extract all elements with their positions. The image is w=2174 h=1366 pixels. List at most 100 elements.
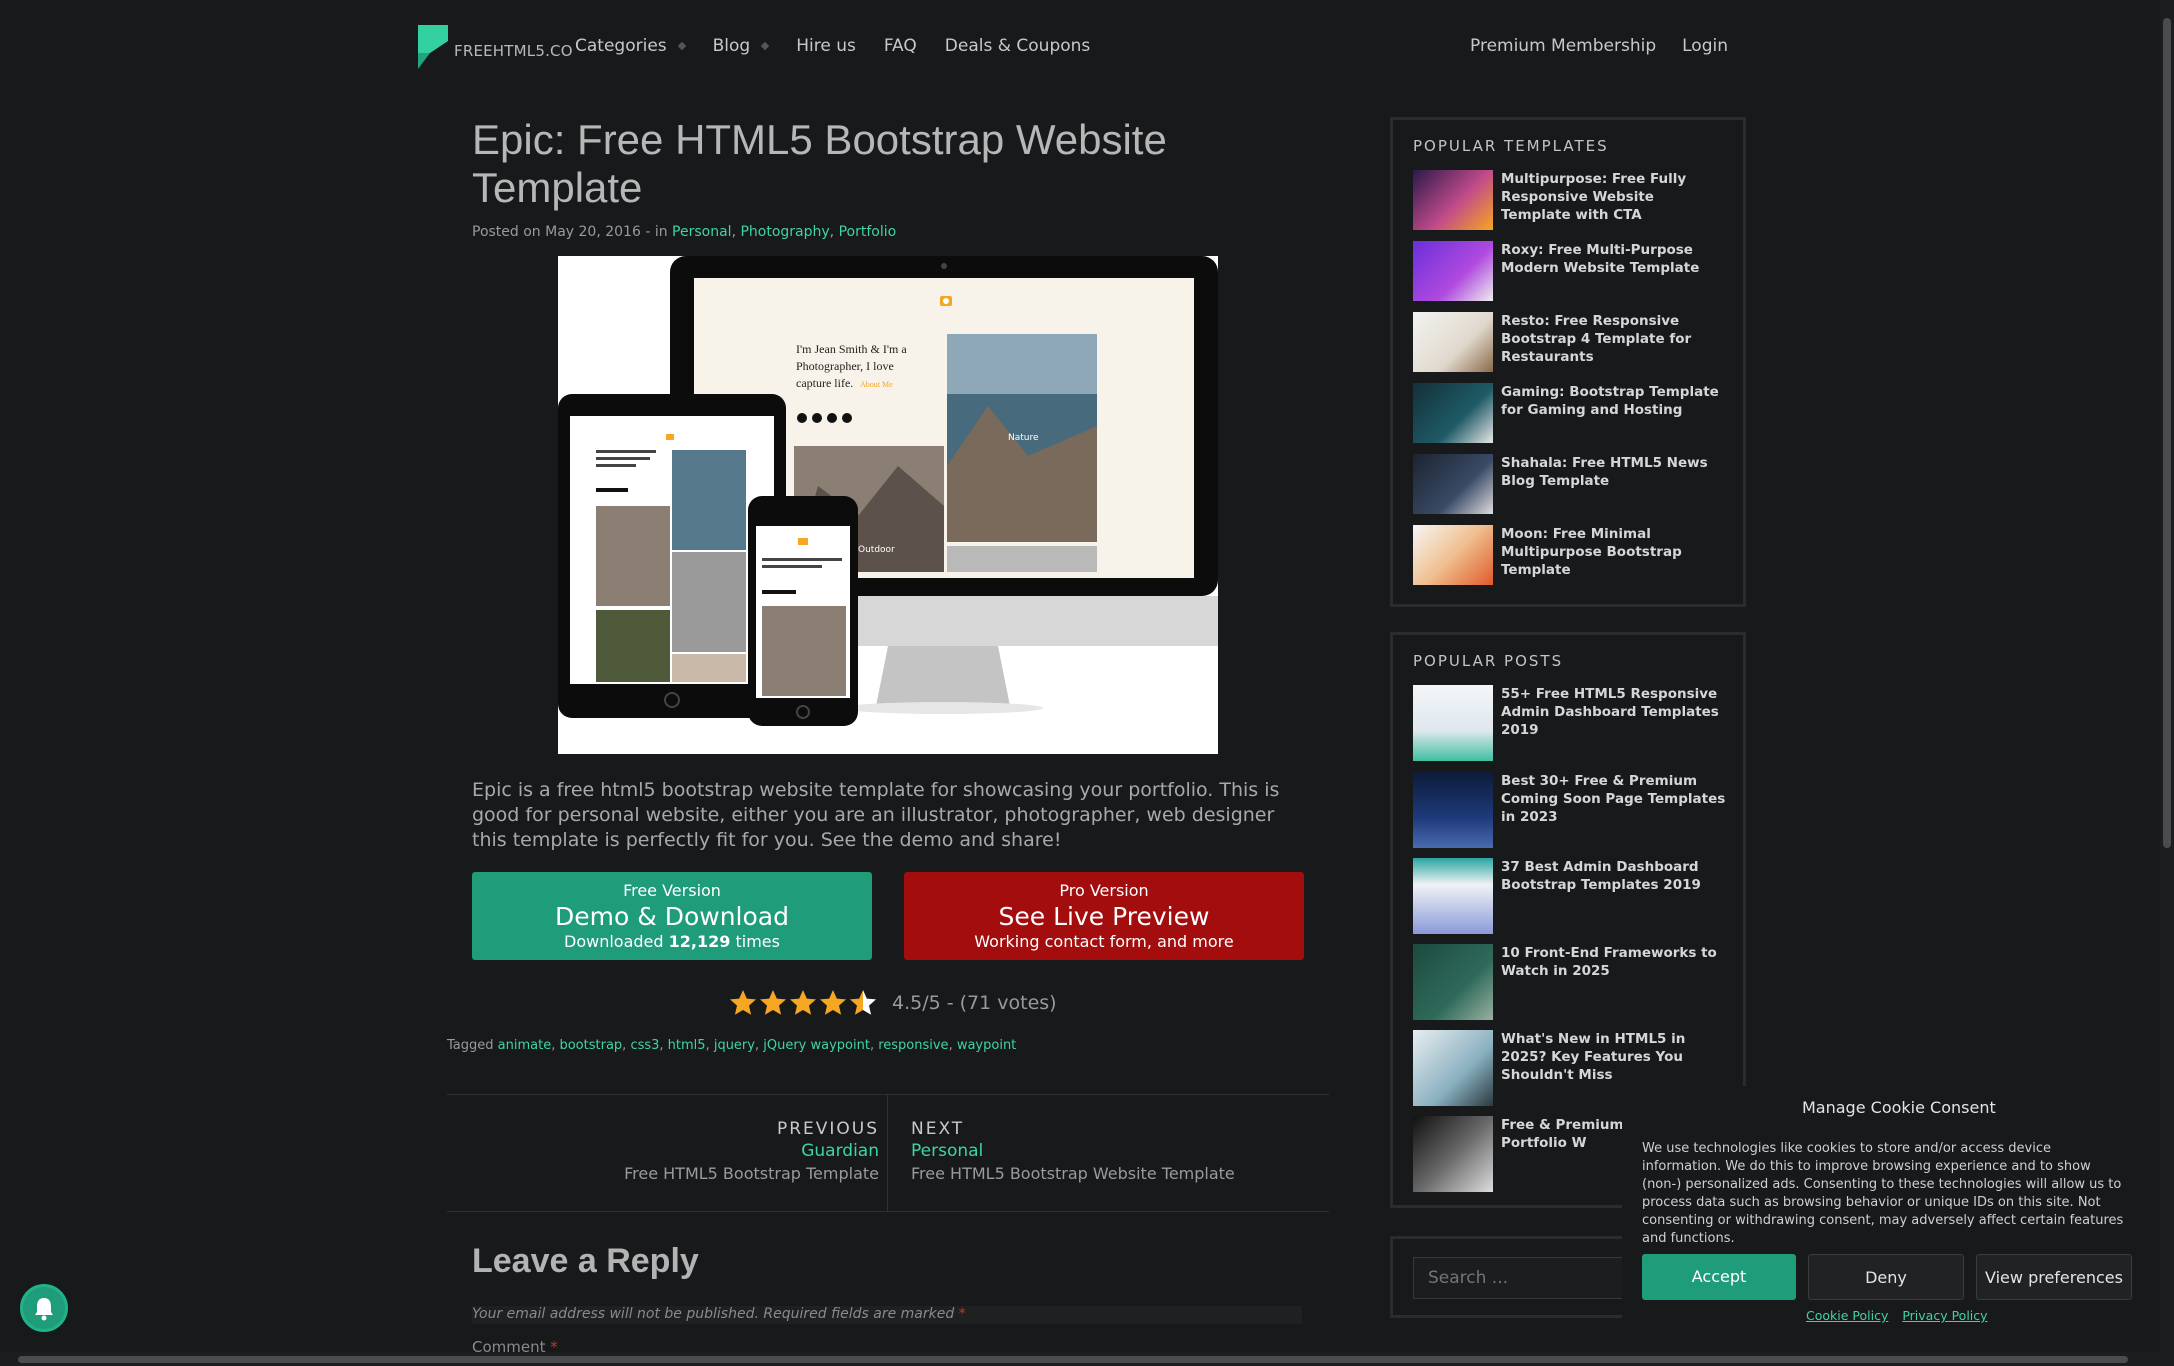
post-title: Epic: Free HTML5 Bootstrap Website Templ… bbox=[472, 116, 1167, 211]
post-item-title: 37 Best Admin Dashboard Bootstrap Templa… bbox=[1501, 859, 1701, 893]
site-logo[interactable]: FREEHTML5.CO bbox=[416, 25, 573, 71]
post-thumbnail bbox=[1413, 1116, 1493, 1192]
horizontal-scrollbar-thumb[interactable] bbox=[18, 1356, 2128, 1363]
nav-categories[interactable]: Categories bbox=[575, 36, 686, 56]
template-item-title: Moon: Free Minimal Multipurpose Bootstra… bbox=[1501, 526, 1682, 578]
post-item-title: 55+ Free HTML5 Responsive Admin Dashboar… bbox=[1501, 686, 1719, 738]
template-item[interactable]: Shahala: Free HTML5 News Blog Template bbox=[1413, 454, 1727, 514]
deny-button[interactable]: Deny bbox=[1808, 1254, 1964, 1300]
privacy-policy-link[interactable]: Privacy Policy bbox=[1902, 1308, 1987, 1323]
demo-download-button[interactable]: Free Version Demo & Download Downloaded … bbox=[472, 872, 872, 960]
vertical-scrollbar[interactable] bbox=[2160, 0, 2174, 1352]
next-post-desc: Free HTML5 Bootstrap Website Template bbox=[911, 1164, 1235, 1183]
tag-link[interactable]: animate bbox=[498, 1038, 552, 1053]
popular-templates-title: POPULAR TEMPLATES bbox=[1413, 137, 1609, 155]
hero-about-link: About Me bbox=[860, 380, 893, 389]
template-item[interactable]: Gaming: Bootstrap Template for Gaming an… bbox=[1413, 383, 1727, 443]
tag-link[interactable]: html5 bbox=[668, 1038, 706, 1053]
nav-blog-label: Blog bbox=[712, 36, 751, 56]
pro-features-text: Working contact form, and more bbox=[974, 932, 1234, 951]
template-item[interactable]: Roxy: Free Multi-Purpose Modern Website … bbox=[1413, 241, 1727, 301]
template-item[interactable]: Resto: Free Responsive Bootstrap 4 Templ… bbox=[1413, 312, 1727, 372]
star-icon[interactable] bbox=[818, 988, 848, 1018]
download-count-text: Downloaded 12,129 times bbox=[472, 932, 872, 952]
tag-link[interactable]: responsive bbox=[878, 1038, 948, 1053]
previous-label: PREVIOUS bbox=[776, 1119, 879, 1139]
tag-link[interactable]: waypoint bbox=[957, 1038, 1016, 1053]
template-item[interactable]: Multipurpose: Free Fully Responsive Webs… bbox=[1413, 170, 1727, 230]
premium-membership-link[interactable]: Premium Membership bbox=[1470, 36, 1656, 56]
top-nav: FREEHTML5.CO Categories Blog Hire us FAQ… bbox=[0, 0, 2160, 94]
notification-bell-button[interactable] bbox=[20, 1284, 68, 1332]
horizontal-scrollbar[interactable] bbox=[0, 1352, 2174, 1366]
star-icon[interactable] bbox=[848, 988, 878, 1018]
post-item[interactable]: 37 Best Admin Dashboard Bootstrap Templa… bbox=[1413, 858, 1727, 934]
device-mockup: I'm Jean Smith & I'm a Photographer, I l… bbox=[558, 256, 1218, 726]
previous-post-name: Guardian bbox=[801, 1141, 879, 1161]
star-icon[interactable] bbox=[728, 988, 758, 1018]
reply-note-text: Your email address will not be published… bbox=[472, 1306, 959, 1322]
logo-icon bbox=[418, 25, 448, 69]
template-thumbnail bbox=[1413, 525, 1493, 585]
post-item-title: 10 Front-End Frameworks to Watch in 2025 bbox=[1501, 945, 1717, 979]
main-menu: Categories Blog Hire us FAQ Deals & Coup… bbox=[575, 36, 1118, 56]
nav-faq[interactable]: FAQ bbox=[884, 36, 917, 56]
nav-hire-us[interactable]: Hire us bbox=[796, 36, 856, 56]
demo-download-label: Demo & Download bbox=[555, 902, 789, 931]
tag-link[interactable]: jQuery waypoint bbox=[763, 1038, 870, 1053]
nav-faq-label: FAQ bbox=[883, 36, 917, 56]
nav-blog[interactable]: Blog bbox=[712, 36, 770, 56]
next-post-name: Personal bbox=[911, 1141, 984, 1161]
free-version-label: Free Version bbox=[623, 881, 721, 900]
live-preview-button[interactable]: Pro Version See Live Preview Working con… bbox=[904, 872, 1304, 960]
template-item-title: Multipurpose: Free Fully Responsive Webs… bbox=[1501, 171, 1687, 223]
template-thumbnail bbox=[1413, 241, 1493, 301]
template-item-title: Gaming: Bootstrap Template for Gaming an… bbox=[1501, 384, 1719, 418]
cookie-links: Cookie Policy Privacy Policy bbox=[1806, 1308, 1998, 1323]
cookie-policy-link[interactable]: Cookie Policy bbox=[1806, 1308, 1888, 1323]
template-item[interactable]: Moon: Free Minimal Multipurpose Bootstra… bbox=[1413, 525, 1727, 585]
template-thumbnail bbox=[1413, 454, 1493, 514]
previous-post-desc: Free HTML5 Bootstrap Template bbox=[624, 1164, 879, 1183]
star-icon[interactable] bbox=[788, 988, 818, 1018]
vertical-scrollbar-thumb[interactable] bbox=[2163, 18, 2171, 848]
view-preferences-button[interactable]: View preferences bbox=[1976, 1254, 2132, 1300]
nav-hire-us-label: Hire us bbox=[796, 36, 856, 56]
template-item-title: Resto: Free Responsive Bootstrap 4 Templ… bbox=[1501, 313, 1692, 365]
category-link[interactable]: Personal bbox=[672, 224, 732, 240]
popular-templates-widget: POPULAR TEMPLATES Multipurpose: Free Ful… bbox=[1390, 117, 1746, 607]
accept-button[interactable]: Accept bbox=[1642, 1254, 1796, 1300]
category-link[interactable]: Portfolio bbox=[839, 224, 897, 240]
nav-deals[interactable]: Deals & Coupons bbox=[945, 36, 1090, 56]
post-item[interactable]: Best 30+ Free & Premium Coming Soon Page… bbox=[1413, 772, 1727, 848]
pro-version-label: Pro Version bbox=[1059, 881, 1149, 900]
reply-heading: Leave a Reply bbox=[472, 1242, 699, 1280]
rating-stars[interactable] bbox=[728, 988, 878, 1018]
post-intro: Epic is a free html5 bootstrap website t… bbox=[472, 779, 1280, 851]
post-thumbnail bbox=[1413, 858, 1493, 934]
post-thumbnail bbox=[1413, 685, 1493, 761]
post-nav-divider bbox=[887, 1095, 888, 1211]
tag-link[interactable]: css3 bbox=[630, 1038, 659, 1053]
login-link[interactable]: Login bbox=[1682, 36, 1728, 56]
rating-text: 4.5/5 - (71 votes) bbox=[892, 992, 1057, 1014]
required-mark: * bbox=[958, 1306, 966, 1322]
tag-link[interactable]: jquery bbox=[714, 1038, 755, 1053]
dropdown-indicator-icon bbox=[760, 41, 770, 51]
previous-post-link[interactable]: PREVIOUS Guardian Free HTML5 Bootstrap T… bbox=[624, 1119, 879, 1183]
post-item[interactable]: 55+ Free HTML5 Responsive Admin Dashboar… bbox=[1413, 685, 1727, 761]
post-item-title: Best 30+ Free & Premium Coming Soon Page… bbox=[1501, 773, 1726, 825]
next-post-link[interactable]: NEXT Personal Free HTML5 Bootstrap Websi… bbox=[911, 1119, 1235, 1183]
star-rating: 4.5/5 - (71 votes) bbox=[728, 988, 1057, 1018]
template-thumbnail bbox=[1413, 170, 1493, 230]
post-thumbnail bbox=[1413, 944, 1493, 1020]
reply-note: Your email address will not be published… bbox=[472, 1306, 1302, 1324]
template-item-title: Roxy: Free Multi-Purpose Modern Website … bbox=[1501, 242, 1700, 276]
category-link[interactable]: Photography bbox=[740, 224, 829, 240]
post-tags: Tagged animate, bootstrap, css3, html5, … bbox=[447, 1038, 1017, 1053]
tag-link[interactable]: bootstrap bbox=[559, 1038, 622, 1053]
post-item[interactable]: 10 Front-End Frameworks to Watch in 2025 bbox=[1413, 944, 1727, 1020]
star-icon[interactable] bbox=[758, 988, 788, 1018]
next-label: NEXT bbox=[911, 1119, 965, 1139]
post-thumbnail bbox=[1413, 772, 1493, 848]
